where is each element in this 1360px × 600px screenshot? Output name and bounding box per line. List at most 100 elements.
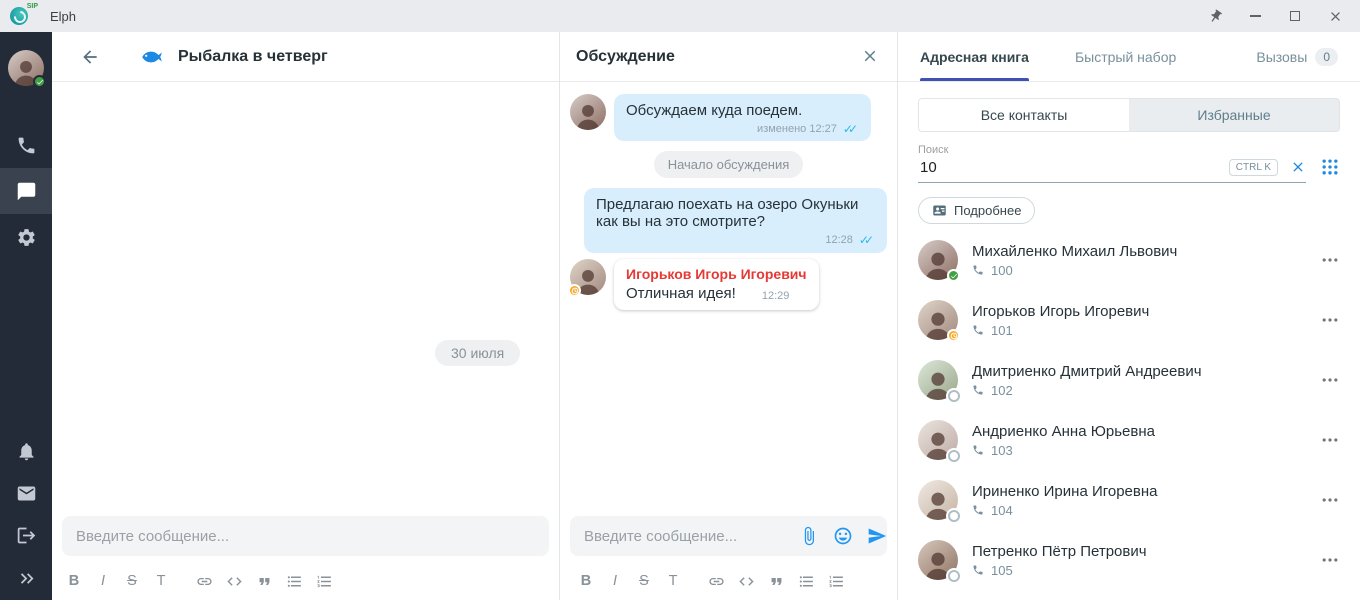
tab-speed-dial[interactable]: Быстрый набор bbox=[1075, 32, 1176, 81]
sidebar-expand-button[interactable] bbox=[0, 556, 52, 600]
close-discussion-button[interactable] bbox=[861, 47, 881, 67]
back-button[interactable] bbox=[80, 47, 100, 67]
minimize-icon bbox=[1250, 15, 1261, 17]
quote-button[interactable] bbox=[768, 573, 785, 590]
status-offline-badge bbox=[948, 450, 960, 462]
numbered-list-button[interactable] bbox=[316, 573, 333, 590]
sidebar-settings-button[interactable] bbox=[0, 214, 52, 260]
filter-all-contacts[interactable]: Все контакты bbox=[919, 99, 1129, 131]
tab-calls[interactable]: Вызовы 0 bbox=[1256, 32, 1338, 81]
gear-icon bbox=[16, 227, 37, 248]
italic-button[interactable]: I bbox=[95, 573, 111, 589]
message-sender: Игорьков Игорь Игоревич bbox=[626, 266, 807, 282]
filter-favorites[interactable]: Избранные bbox=[1129, 99, 1339, 131]
sidebar bbox=[0, 32, 52, 600]
window-title: Elph bbox=[50, 9, 76, 24]
contact-menu-button[interactable] bbox=[1320, 550, 1340, 570]
code-button[interactable] bbox=[738, 573, 755, 590]
contact-menu-button[interactable] bbox=[1320, 250, 1340, 270]
message-row: Игорьков Игорь Игоревич Отличная идея! 1… bbox=[570, 259, 887, 310]
tab-address-book[interactable]: Адресная книга bbox=[920, 32, 1029, 81]
contact-row[interactable]: Михайленко Михаил Львович 100 bbox=[898, 230, 1360, 290]
text-format-button[interactable]: T bbox=[153, 573, 169, 589]
bulleted-list-button[interactable] bbox=[798, 573, 815, 590]
chat-title: Рыбалка в четверг bbox=[178, 48, 328, 66]
discussion-start-label: Начало обсуждения bbox=[654, 151, 804, 178]
paperclip-icon bbox=[799, 526, 819, 546]
italic-button[interactable]: I bbox=[607, 573, 623, 589]
contact-row-partial[interactable] bbox=[898, 590, 1360, 600]
contact-row[interactable]: Дмитриенко Дмитрий Андреевич 102 bbox=[898, 350, 1360, 410]
strikethrough-button[interactable]: S bbox=[636, 573, 652, 589]
contact-row[interactable]: Игорьков Игорь Игоревич 101 bbox=[898, 290, 1360, 350]
pin-window-button[interactable] bbox=[1206, 7, 1224, 25]
attach-file-button[interactable] bbox=[799, 526, 819, 546]
maximize-button[interactable] bbox=[1286, 7, 1304, 25]
avatar bbox=[570, 94, 606, 130]
contact-number: 105 bbox=[972, 563, 1320, 578]
contact-row[interactable]: Ириненко Ирина Игоревна 104 bbox=[898, 470, 1360, 530]
code-icon bbox=[226, 573, 243, 590]
message-bubble[interactable]: Предлагаю поехать на озеро Окуньки как в… bbox=[584, 188, 887, 253]
chat-message-area: 30 июля bbox=[52, 82, 559, 510]
bold-button[interactable]: B bbox=[66, 573, 82, 589]
contact-avatar bbox=[918, 540, 958, 580]
insert-link-button[interactable] bbox=[196, 573, 213, 590]
dial-pad-button[interactable] bbox=[1320, 157, 1340, 177]
numbered-list-button[interactable] bbox=[828, 573, 845, 590]
read-receipt-icon: ✓✓ bbox=[843, 122, 859, 136]
chat-panel: Рыбалка в четверг 30 июля B I S T bbox=[52, 32, 560, 600]
sidebar-logout-button[interactable] bbox=[0, 514, 52, 556]
phone-icon bbox=[972, 324, 984, 336]
contact-avatar bbox=[918, 360, 958, 400]
send-message-button[interactable] bbox=[867, 526, 887, 546]
contact-menu-button[interactable] bbox=[1320, 490, 1340, 510]
details-button[interactable]: Подробнее bbox=[918, 197, 1035, 224]
strikethrough-button[interactable]: S bbox=[124, 573, 140, 589]
minimize-button[interactable] bbox=[1246, 7, 1264, 25]
close-icon bbox=[1290, 159, 1306, 175]
sidebar-chats-button[interactable] bbox=[0, 168, 52, 214]
code-button[interactable] bbox=[226, 573, 243, 590]
chat-message-input[interactable] bbox=[74, 527, 537, 546]
discussion-message-input[interactable] bbox=[582, 527, 785, 546]
phone-icon bbox=[972, 444, 984, 456]
insert-link-button[interactable] bbox=[708, 573, 725, 590]
shortcut-badge: CTRL K bbox=[1229, 159, 1278, 176]
sidebar-calls-button[interactable] bbox=[0, 122, 52, 168]
status-offline-badge bbox=[948, 510, 960, 522]
message-avatar[interactable] bbox=[570, 94, 606, 130]
quote-button[interactable] bbox=[256, 573, 273, 590]
phone-icon bbox=[16, 135, 37, 156]
sidebar-notifications-button[interactable] bbox=[0, 430, 52, 472]
search-input[interactable] bbox=[918, 158, 1229, 177]
ellipsis-icon bbox=[1320, 490, 1340, 510]
message-bubble[interactable]: Обсуждаем куда поедем. изменено 12:27 ✓✓ bbox=[614, 94, 871, 141]
contact-menu-button[interactable] bbox=[1320, 430, 1340, 450]
contact-menu-button[interactable] bbox=[1320, 370, 1340, 390]
close-window-button[interactable] bbox=[1326, 7, 1344, 25]
ellipsis-icon bbox=[1320, 370, 1340, 390]
smiley-icon bbox=[833, 526, 853, 546]
contact-avatar bbox=[918, 300, 958, 340]
code-icon bbox=[738, 573, 755, 590]
send-icon bbox=[867, 526, 887, 546]
sidebar-voicemail-button[interactable] bbox=[0, 472, 52, 514]
contact-avatar bbox=[918, 240, 958, 280]
clear-search-button[interactable] bbox=[1290, 159, 1306, 175]
contact-menu-button[interactable] bbox=[1320, 310, 1340, 330]
current-user-avatar[interactable] bbox=[8, 50, 44, 86]
bulleted-list-button[interactable] bbox=[286, 573, 303, 590]
contact-row[interactable]: Андриенко Анна Юрьевна 103 bbox=[898, 410, 1360, 470]
message-bubble[interactable]: Игорьков Игорь Игоревич Отличная идея! 1… bbox=[614, 259, 819, 310]
contacts-tabs: Адресная книга Быстрый набор Вызовы 0 bbox=[898, 32, 1360, 82]
bold-button[interactable]: B bbox=[578, 573, 594, 589]
message-avatar[interactable] bbox=[570, 259, 606, 295]
text-format-button[interactable]: T bbox=[665, 573, 681, 589]
contact-name: Андриенко Анна Юрьевна bbox=[972, 423, 1320, 440]
contact-name: Дмитриенко Дмитрий Андреевич bbox=[972, 363, 1320, 380]
emoji-button[interactable] bbox=[833, 526, 853, 546]
phone-icon bbox=[972, 564, 984, 576]
contact-row[interactable]: Петренко Пётр Петрович 105 bbox=[898, 530, 1360, 590]
numbered-list-icon bbox=[828, 573, 845, 590]
